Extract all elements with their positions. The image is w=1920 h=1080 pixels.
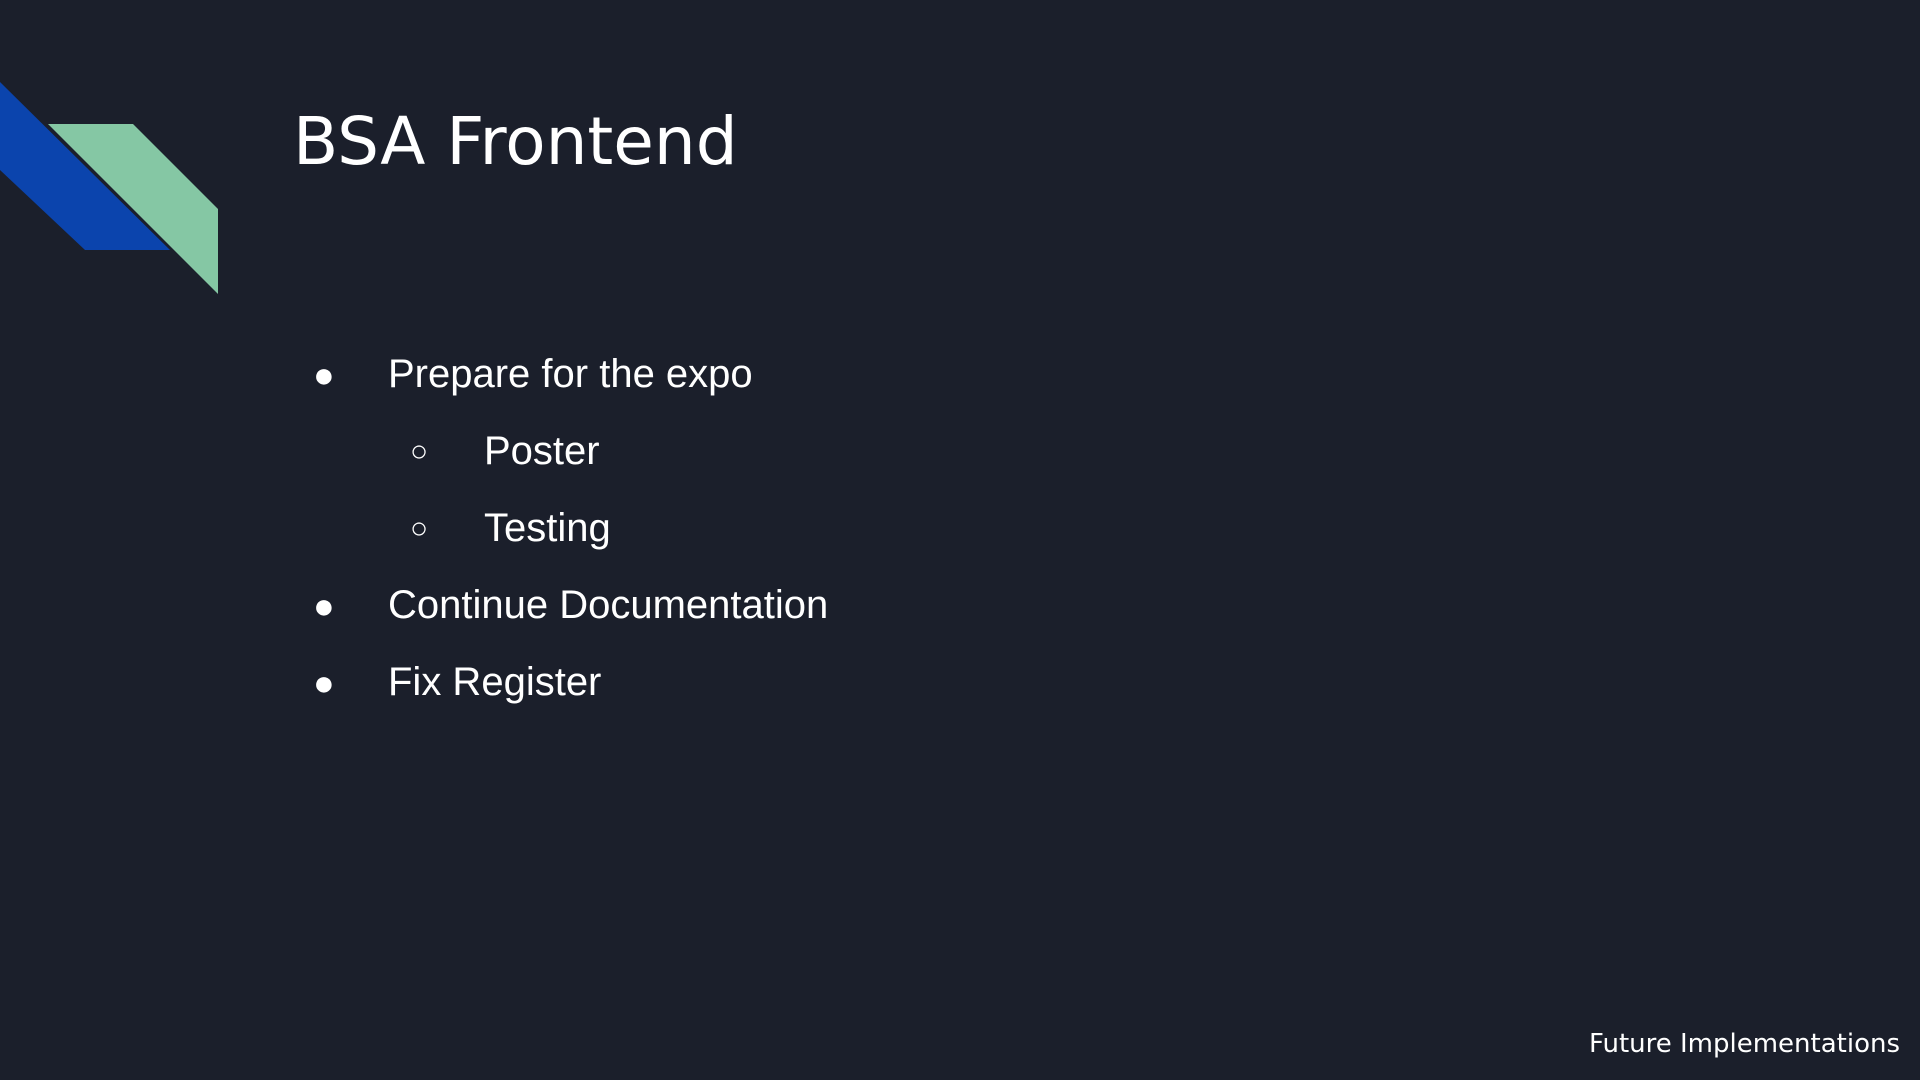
hollow-bullet-icon: ○ xyxy=(410,512,429,545)
corner-decoration xyxy=(0,82,218,294)
slide: BSA Frontend ● Prepare for the expo ○ Po… xyxy=(0,0,1920,1080)
list-item-text: Poster xyxy=(484,429,600,473)
filled-bullet-icon: ● xyxy=(313,585,335,626)
filled-bullet-icon: ● xyxy=(313,354,335,395)
list-item-text: Fix Register xyxy=(388,660,602,704)
section-label: Future Implementations xyxy=(1588,1029,1900,1059)
slide-title: BSA Frontend xyxy=(293,103,738,180)
hollow-bullet-icon: ○ xyxy=(410,435,429,468)
list-item-text: Continue Documentation xyxy=(388,583,829,627)
list-item-text: Testing xyxy=(484,506,611,550)
filled-bullet-icon: ● xyxy=(313,662,335,703)
list-item-text: Prepare for the expo xyxy=(388,352,753,396)
